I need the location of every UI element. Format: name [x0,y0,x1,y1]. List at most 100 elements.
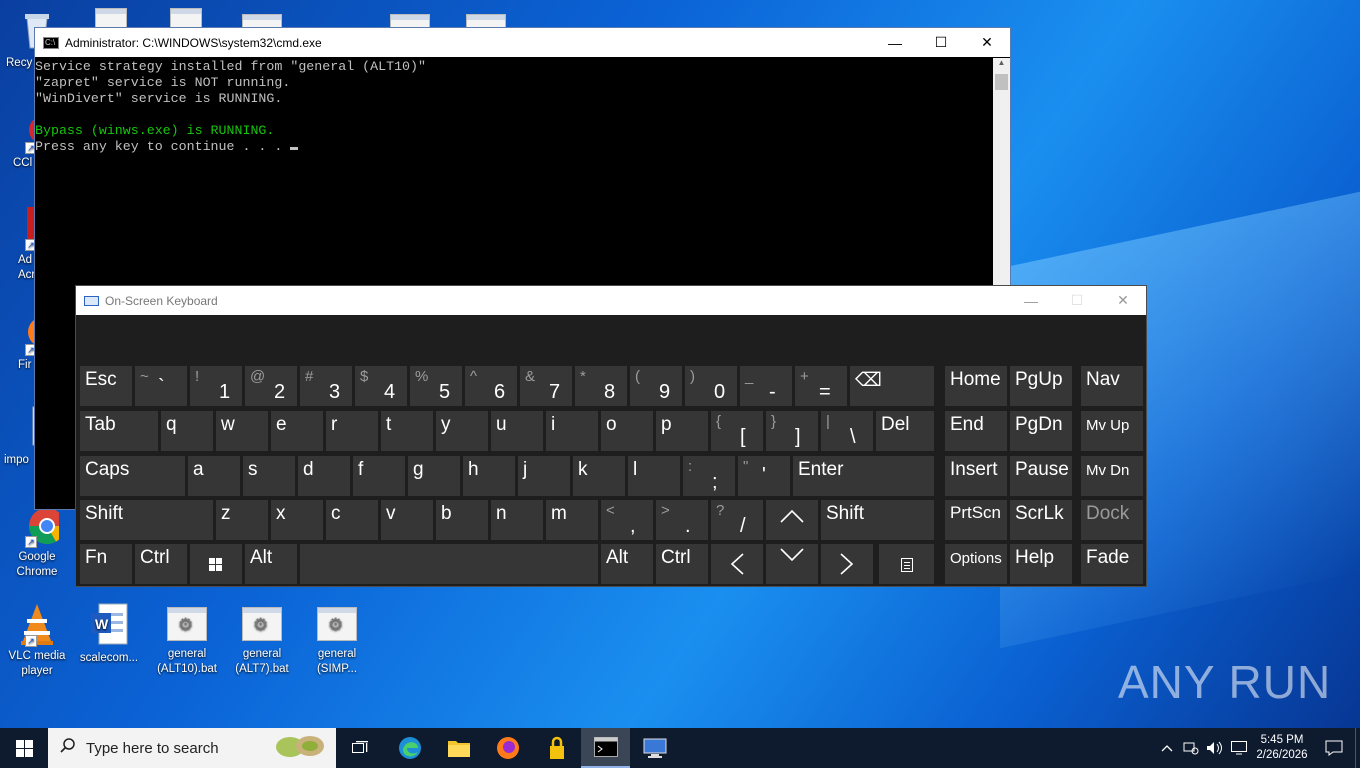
desktop-icon-vlc[interactable]: ↗ VLC media player [2,601,72,679]
key-k[interactable]: k [573,456,625,496]
key-home[interactable]: Home [945,366,1007,406]
file-explorer-icon[interactable] [434,728,483,768]
key-pause[interactable]: Pause [1010,456,1072,496]
key-arrow-down[interactable] [766,544,818,584]
start-button[interactable] [0,728,48,768]
key-y[interactable]: y [436,411,488,451]
input-indicator-icon[interactable] [1227,728,1251,768]
key-n[interactable]: n [491,500,543,540]
key-1[interactable]: ! 1 [190,366,242,406]
key-z[interactable]: z [216,500,268,540]
key-period[interactable]: >. [656,500,708,540]
key-q[interactable]: q [161,411,213,451]
taskbar-search-box[interactable]: Type here to search [48,728,336,768]
volume-icon[interactable] [1203,728,1227,768]
close-button[interactable]: ✕ [964,28,1010,57]
key-alt-right[interactable]: Alt [601,544,653,584]
key-u[interactable]: u [491,411,543,451]
notifications-icon[interactable] [1313,728,1355,768]
key-i[interactable]: i [546,411,598,451]
key-7[interactable]: & 7 [520,366,572,406]
key-h[interactable]: h [463,456,515,496]
key-quote[interactable]: " ' [738,456,790,496]
key-6[interactable]: ^ 6 [465,366,517,406]
key-enter[interactable]: Enter [793,456,934,496]
key-l[interactable]: l [628,456,680,496]
key-4[interactable]: $4 [355,366,407,406]
key-slash[interactable]: ? / [711,500,763,540]
key-backspace[interactable]: ⌫ [850,366,934,406]
key-ctrl-left[interactable]: Ctrl [135,544,187,584]
key-insert[interactable]: Insert [945,456,1007,496]
key-j[interactable]: j [518,456,570,496]
key-arrow-up[interactable] [766,500,818,540]
key-caps[interactable]: Caps [80,456,185,496]
key-scrlk[interactable]: ScrLk [1010,500,1072,540]
remote-desktop-icon[interactable] [630,728,679,768]
key-arrow-left[interactable] [711,544,763,584]
desktop-icon-chrome[interactable]: ↗ Google Chrome [2,502,72,580]
taskbar-clock[interactable]: 5:45 PM 2/26/2026 [1251,733,1313,763]
key-backslash[interactable]: | \ [821,411,873,451]
show-hidden-icons-chevron-icon[interactable] [1155,728,1179,768]
key-left-bracket[interactable]: {[ [711,411,763,451]
key-0[interactable]: ) 0 [685,366,737,406]
key-9[interactable]: (9 [630,366,682,406]
key-b[interactable]: b [436,500,488,540]
key-windows[interactable] [190,544,242,584]
key-x[interactable]: x [271,500,323,540]
key-w[interactable]: w [216,411,268,451]
desktop-icon-scalecom[interactable]: W scalecom... [74,603,144,666]
key-arrow-right[interactable] [821,544,873,584]
key-5[interactable]: % 5 [410,366,462,406]
key-end[interactable]: End [945,411,1007,451]
key-del[interactable]: Del [876,411,934,451]
lock-app-icon[interactable] [532,728,581,768]
key-shift-right[interactable]: Shift [821,500,934,540]
desktop-icon-general-alt10-bat[interactable]: ⚙ general (ALT10).bat [152,603,222,677]
key-ctrl-right[interactable]: Ctrl [656,544,708,584]
on-screen-keyboard-window[interactable]: On-Screen Keyboard — ☐ ✕ Esc ~ ` ! 1 @2 #3… [75,285,1147,587]
key-dock[interactable]: Dock [1081,500,1143,540]
key-help[interactable]: Help [1010,544,1072,584]
key-tab[interactable]: Tab [80,411,158,451]
key-s[interactable]: s [243,456,295,496]
key-c[interactable]: c [326,500,378,540]
key-3[interactable]: #3 [300,366,352,406]
minimize-button[interactable]: — [872,28,918,57]
key-backtick[interactable]: ~ ` [135,366,187,406]
key-pgdn[interactable]: PgDn [1010,411,1072,451]
key-fn[interactable]: Fn [80,544,132,584]
edge-icon[interactable] [385,728,434,768]
key-8[interactable]: * 8 [575,366,627,406]
network-icon[interactable] [1179,728,1203,768]
desktop-icon-general-simp-bat[interactable]: ⚙ general (SIMP... [302,603,372,677]
key-f[interactable]: f [353,456,405,496]
key-p[interactable]: p [656,411,708,451]
key-2[interactable]: @2 [245,366,297,406]
scrollbar-thumb[interactable] [995,74,1008,90]
key-alt-left[interactable]: Alt [245,544,297,584]
key-esc[interactable]: Esc [80,366,132,406]
key-move-down[interactable]: Mv Dn [1081,456,1143,496]
key-menu[interactable] [879,544,934,584]
key-minus[interactable]: _ - [740,366,792,406]
cmd-titlebar[interactable]: C:\ Administrator: C:\WINDOWS\system32\c… [35,28,1010,57]
key-d[interactable]: d [298,456,350,496]
key-e[interactable]: e [271,411,323,451]
key-a[interactable]: a [188,456,240,496]
firefox-icon[interactable] [483,728,532,768]
key-r[interactable]: r [326,411,378,451]
key-shift-left[interactable]: Shift [80,500,213,540]
cmd-taskbar-button[interactable] [581,728,630,768]
key-fade[interactable]: Fade [1081,544,1143,584]
maximize-button[interactable]: ☐ [918,28,964,57]
key-right-bracket[interactable]: }] [766,411,818,451]
key-o[interactable]: o [601,411,653,451]
scroll-up-arrow-icon[interactable]: ▲ [993,58,1010,72]
key-options[interactable]: Options [945,544,1007,584]
key-v[interactable]: v [381,500,433,540]
key-pgup[interactable]: PgUp [1010,366,1072,406]
show-desktop-button[interactable] [1355,728,1360,768]
key-comma[interactable]: <, [601,500,653,540]
